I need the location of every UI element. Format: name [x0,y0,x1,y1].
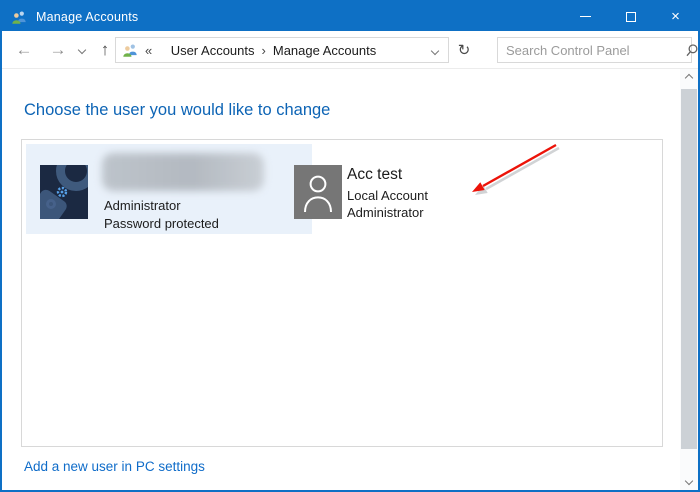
breadcrumb-item-user-accounts[interactable]: User Accounts [171,43,255,58]
window-title: Manage Accounts [36,9,139,24]
title-bar: Manage Accounts × [2,2,698,31]
user-avatar-picture[interactable] [40,165,88,219]
chevron-down-icon [430,46,440,56]
add-new-user-link[interactable]: Add a new user in PC settings [24,459,205,474]
navigation-bar: ← → ↑ « User Accounts › Manage Accounts … [2,31,698,69]
close-button[interactable]: × [653,2,698,31]
gear-icon [56,186,68,198]
address-dropdown-button[interactable] [426,41,444,59]
recent-pages-button[interactable] [74,31,90,69]
manage-accounts-window: Manage Accounts × ← → ↑ « User Accounts … [0,0,700,492]
scroll-down-button[interactable] [680,472,698,490]
refresh-button[interactable]: ↻ [452,37,476,63]
user-role-label: Administrator [347,205,424,220]
up-icon: ↑ [100,40,110,59]
avatar-art [46,199,56,209]
vertical-scrollbar[interactable] [680,69,698,490]
chevron-down-icon [77,45,87,55]
chevron-down-icon [684,476,694,486]
scroll-up-button[interactable] [680,69,698,87]
breadcrumb-item-manage-accounts[interactable]: Manage Accounts [273,43,376,58]
redacted-user-name [102,153,264,191]
search-icon[interactable] [684,43,699,58]
forward-button[interactable]: → [44,31,72,69]
user-name-label[interactable]: Acc test [347,166,402,184]
search-input[interactable] [498,42,682,58]
user-accounts-breadcrumb-icon [123,44,137,57]
user-accounts-icon [12,11,26,24]
user-role-label: Administrator [104,198,181,213]
account-type-label: Local Account [347,188,428,203]
back-button[interactable]: ← [10,31,38,69]
maximize-button[interactable] [608,2,653,31]
search-box [497,37,698,63]
user-status-label: Password protected [104,216,219,231]
refresh-icon: ↻ [457,42,471,59]
breadcrumb-separator: › [261,42,266,58]
forward-icon: → [49,40,67,59]
minimize-icon [580,16,591,17]
chevron-up-icon [684,73,694,83]
close-icon: × [671,8,680,25]
page-title: Choose the user you would like to change [24,101,331,119]
back-icon: ← [15,40,33,59]
breadcrumb [159,41,163,59]
address-bar[interactable]: « User Accounts › Manage Accounts [115,37,449,63]
person-icon [304,175,332,213]
minimize-button[interactable] [563,2,608,31]
window-controls: × [563,2,698,31]
breadcrumb-collapsed-indicator[interactable]: « [145,43,152,58]
maximize-icon [625,11,636,22]
scrollbar-thumb[interactable] [681,89,697,449]
user-avatar-silhouette[interactable] [294,165,342,219]
